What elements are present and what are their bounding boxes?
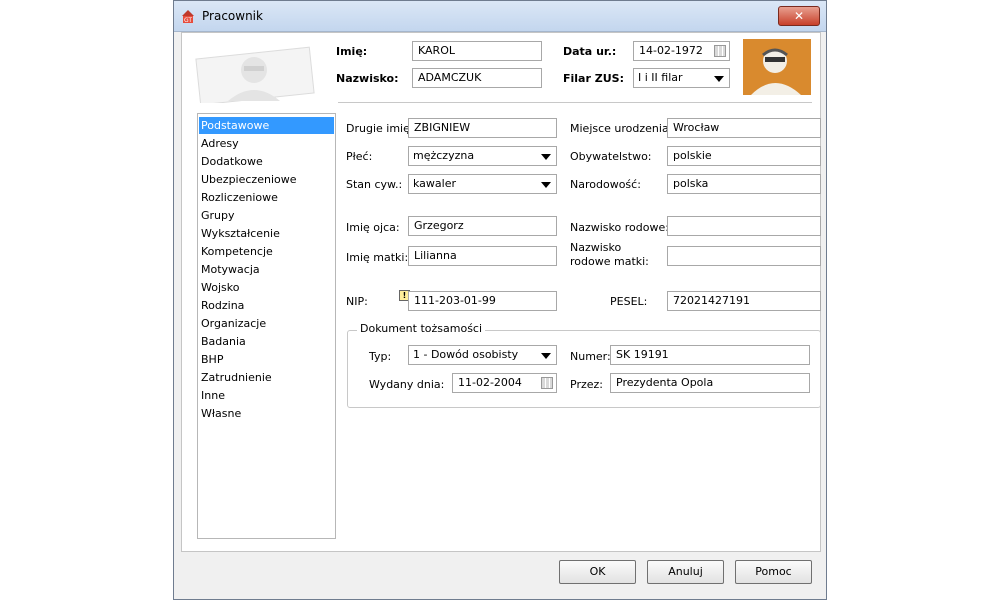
help-button[interactable]: Pomoc [735,560,812,584]
chevron-down-icon [541,154,551,160]
sidebar-item-bhp[interactable]: BHP [199,351,334,368]
gender-label: Płeć: [346,150,373,163]
zus-pillar-label: Filar ZUS: [563,72,624,85]
family-name-field[interactable] [667,216,821,236]
second-name-label: Drugie imię: [346,122,414,135]
document-type-select[interactable]: 1 - Dowód osobisty [408,345,557,365]
first-name-label: Imię: [336,45,368,58]
sidebar-item-organizacje[interactable]: Organizacje [199,315,334,332]
window-title: Pracownik [202,9,263,23]
sidebar-item-rodzina[interactable]: Rodzina [199,297,334,314]
calendar-icon[interactable] [714,45,726,57]
second-name-field[interactable]: ZBIGNIEW [408,118,557,138]
issued-by-field[interactable]: Prezydenta Opola [610,373,810,393]
nip-field[interactable]: 111-203-01-99 [408,291,557,311]
sidebar-item-grupy[interactable]: Grupy [199,207,334,224]
marital-status-select[interactable]: kawaler [408,174,557,194]
title-bar: GT Pracownik ✕ [174,1,826,32]
dialog-client: Imię: KAROL Nazwisko: ADAMCZUK Data ur.:… [181,32,821,552]
nationality-label: Narodowość: [570,178,641,191]
chevron-down-icon [541,182,551,188]
issue-date-field[interactable]: 11-02-2004 [452,373,557,393]
sidebar-item-dodatkowe[interactable]: Dodatkowe [199,153,334,170]
birth-date-label: Data ur.: [563,45,617,58]
calendar-icon[interactable] [541,377,553,389]
chevron-down-icon [541,353,551,359]
employee-photo[interactable] [743,39,811,95]
sidebar-item-inne[interactable]: Inne [199,387,334,404]
nip-label: NIP: [346,295,368,308]
header-separator [338,102,812,103]
issue-date-label: Wydany dnia: [369,378,445,391]
zus-pillar-value: I i II filar [638,71,683,84]
sidebar-item-motywacja[interactable]: Motywacja [199,261,334,278]
birthplace-field[interactable]: Wrocław [667,118,821,138]
mother-family-name-field[interactable] [667,246,821,266]
sidebar-item-ubezpieczeniowe[interactable]: Ubezpieczeniowe [199,171,334,188]
sidebar-item-zatrudnienie[interactable]: Zatrudnienie [199,369,334,386]
sidebar-item-badania[interactable]: Badania [199,333,334,350]
birth-date-value: 14-02-1972 [639,44,703,57]
faded-person-image [195,46,315,103]
last-name-field[interactable]: ADAMCZUK [412,68,542,88]
chevron-down-icon [714,76,724,82]
father-name-label: Imię ojca: [346,221,400,234]
section-list[interactable]: Podstawowe Adresy Dodatkowe Ubezpieczeni… [197,113,336,539]
father-name-field[interactable]: Grzegorz [408,216,557,236]
birth-date-field[interactable]: 14-02-1972 [633,41,730,61]
nationality-field[interactable]: polska [667,174,821,194]
document-number-label: Numer: [570,350,611,363]
family-name-label: Nazwisko rodowe: [570,221,669,234]
marital-status-label: Stan cyw.: [346,178,403,191]
mother-family-name-label-line2: rodowe matki: [570,255,649,268]
gender-value: mężczyzna [413,149,475,162]
sidebar-item-wojsko[interactable]: Wojsko [199,279,334,296]
close-button[interactable]: ✕ [778,6,820,26]
sidebar-item-podstawowe[interactable]: Podstawowe [199,117,334,134]
first-name-field[interactable]: KAROL [412,41,542,61]
ok-button[interactable]: OK [559,560,636,584]
sidebar-item-wlasne[interactable]: Własne [199,405,334,422]
mother-name-label: Imię matki: [346,251,409,264]
mother-name-field[interactable]: Lilianna [408,246,557,266]
birthplace-label: Miejsce urodzenia: [570,122,673,135]
last-name-label: Nazwisko: [336,72,399,85]
document-type-label: Typ: [369,350,392,363]
sidebar-item-kompetencje[interactable]: Kompetencje [199,243,334,260]
marital-status-value: kawaler [413,177,457,190]
app-icon: GT [182,10,194,24]
sidebar-item-rozliczeniowe[interactable]: Rozliczeniowe [199,189,334,206]
employee-dialog: GT Pracownik ✕ Imię: KAROL Nazwisko: ADA… [173,0,827,600]
issue-date-value: 11-02-2004 [458,376,522,389]
cancel-button[interactable]: Anuluj [647,560,724,584]
document-number-field[interactable]: SK 19191 [610,345,810,365]
pesel-field[interactable]: 72021427191 [667,291,821,311]
sidebar-item-wyksztalcenie[interactable]: Wykształcenie [199,225,334,242]
zus-pillar-select[interactable]: I i II filar [633,68,730,88]
sidebar-item-adresy[interactable]: Adresy [199,135,334,152]
gender-select[interactable]: mężczyzna [408,146,557,166]
identity-document-group [347,330,821,408]
pesel-label: PESEL: [610,295,648,308]
citizenship-label: Obywatelstwo: [570,150,652,163]
mother-family-name-label-line1: Nazwisko [570,241,622,254]
citizenship-field[interactable]: polskie [667,146,821,166]
document-type-value: 1 - Dowód osobisty [413,348,519,361]
issued-by-label: Przez: [570,378,603,391]
svg-text:GT: GT [184,17,192,24]
identity-document-legend: Dokument tożsamości [357,322,486,335]
